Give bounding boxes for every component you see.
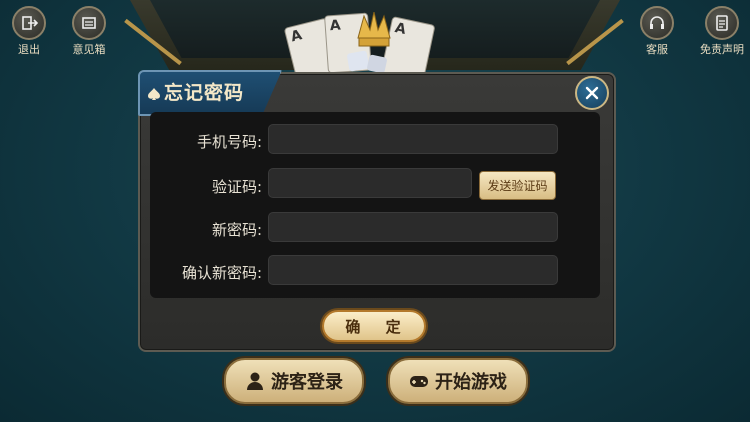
disclaimer-button[interactable]: 免责声明 (694, 6, 750, 57)
new-password-field[interactable] (268, 212, 558, 242)
mailbox-icon (82, 17, 96, 29)
disclaimer-label: 免责声明 (700, 43, 744, 56)
start-game-label: 开始游戏 (435, 372, 507, 393)
code-input[interactable] (269, 169, 471, 197)
code-label: 验证码: (211, 178, 262, 196)
confirm-password-field[interactable] (268, 255, 558, 285)
phone-input[interactable] (269, 125, 557, 153)
gamepad-icon (410, 376, 428, 387)
cards-decoration: A A A (283, 11, 460, 85)
send-code-button[interactable]: 发送验证码 (479, 171, 556, 200)
start-game-button[interactable]: 开始游戏 (388, 358, 528, 404)
confirm-button[interactable]: 确 定 (322, 310, 426, 342)
dice-icon (366, 54, 388, 74)
exit-icon (22, 16, 38, 30)
dialog-title-text: 忘记密码 (164, 82, 245, 104)
close-icon (585, 86, 599, 100)
new-password-input[interactable] (269, 213, 557, 241)
service-label: 客服 (646, 43, 668, 56)
code-field[interactable] (268, 168, 472, 198)
feedback-button[interactable]: 意见箱 (66, 6, 112, 57)
dice-icon (346, 50, 370, 72)
phone-field[interactable] (268, 124, 558, 154)
guest-login-label: 游客登录 (271, 372, 343, 393)
close-button[interactable] (575, 76, 609, 110)
crown-icon (356, 11, 392, 52)
guest-login-button[interactable]: 游客登录 (224, 358, 364, 404)
user-icon (247, 372, 263, 390)
feedback-label: 意见箱 (72, 43, 106, 56)
exit-button[interactable]: 退出 (6, 6, 52, 57)
new-password-label: 新密码: (211, 221, 262, 239)
headset-icon (650, 16, 664, 29)
document-icon (716, 15, 728, 31)
phone-label: 手机号码: (196, 133, 262, 151)
customer-service-button[interactable]: 客服 (634, 6, 680, 57)
confirm-password-label: 确认新密码: (181, 264, 262, 282)
dialog-title: 忘记密码 (148, 78, 244, 105)
spade-icon (148, 87, 160, 100)
exit-label: 退出 (18, 43, 40, 56)
confirm-password-input[interactable] (269, 256, 557, 284)
